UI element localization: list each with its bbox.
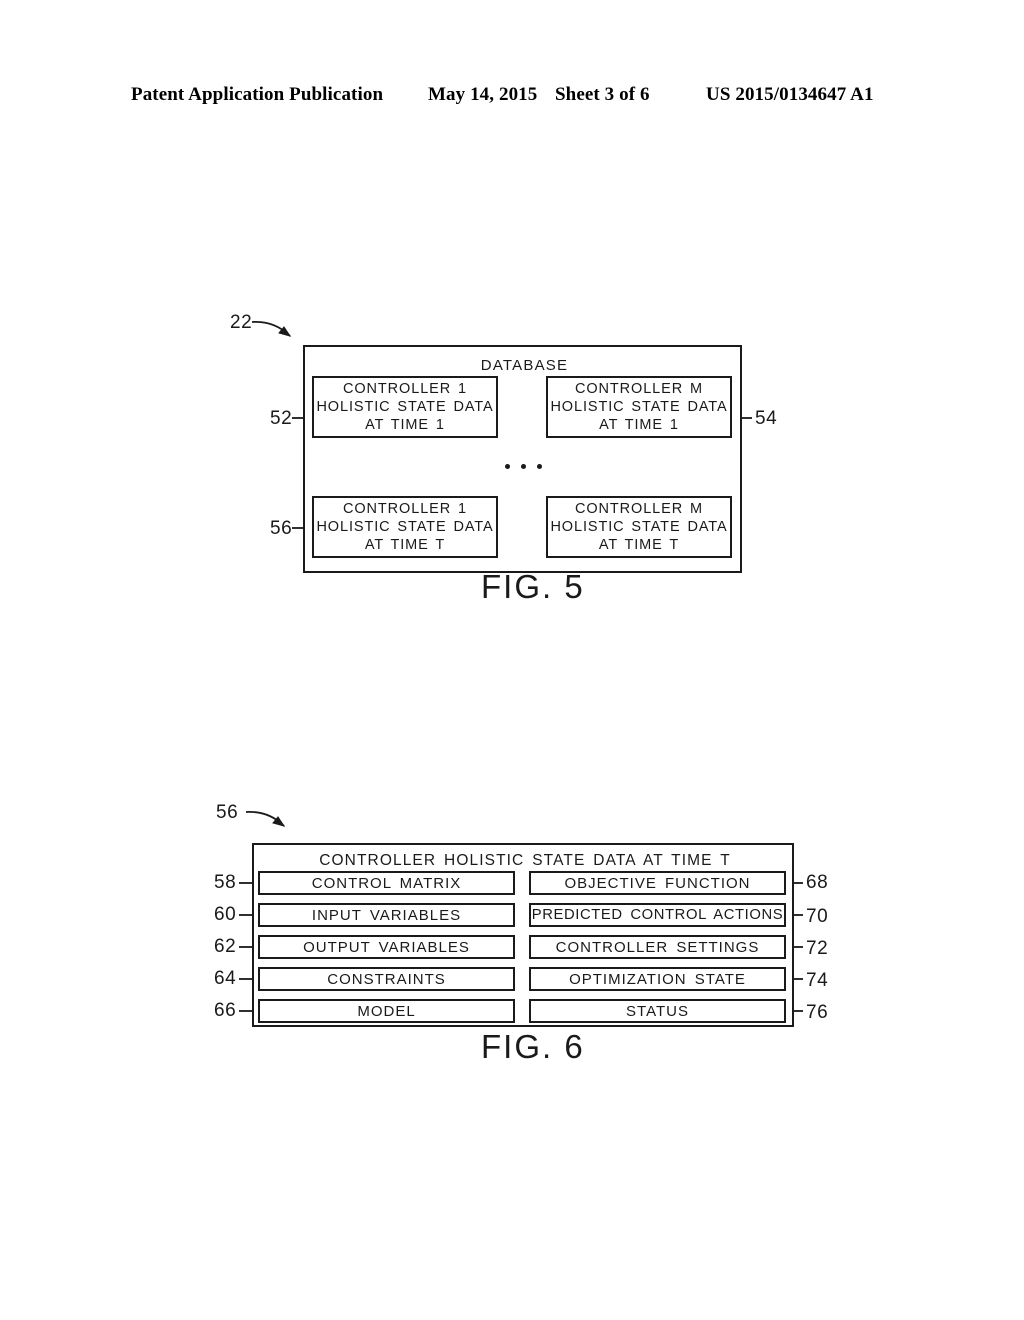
field-output-variables: OUTPUT VARIABLES	[258, 935, 515, 959]
cell-controller-1-time-t: CONTROLLER 1 HOLISTIC STATE DATA AT TIME…	[312, 496, 498, 558]
figure-6-ref-62: 62	[214, 936, 237, 957]
cell-line-2: HOLISTIC STATE DATA	[550, 519, 728, 535]
figure-6-ref-64: 64	[214, 968, 237, 989]
figure-6-ref-74: 74	[806, 970, 829, 991]
figure-6-ref-56: 56	[216, 802, 239, 823]
cell-line-1: CONTROLLER 1	[343, 381, 467, 397]
cell-line-3: AT TIME T	[598, 537, 680, 553]
header-sheet-number: Sheet 3 of 6	[555, 84, 650, 105]
header-patent-number: US 2015/0134647 A1	[706, 84, 874, 105]
figure-5-ref-52: 52	[270, 408, 293, 429]
field-label: STATUS	[626, 1002, 689, 1020]
field-label: MODEL	[357, 1002, 416, 1020]
figure-6-ref-60: 60	[214, 904, 237, 925]
header-date: May 14, 2015	[428, 84, 538, 105]
cell-line-3: AT TIME 1	[599, 417, 679, 433]
figure-6-ref-58: 58	[214, 872, 237, 893]
cell-line-1: CONTROLLER M	[574, 381, 703, 397]
field-constraints: CONSTRAINTS	[258, 967, 515, 991]
figure-6-ref-72: 72	[806, 938, 829, 959]
cell-line-3: AT TIME 1	[365, 417, 445, 433]
cell-controller-1-time-1: CONTROLLER 1 HOLISTIC STATE DATA AT TIME…	[312, 376, 498, 438]
field-optimization-state: OPTIMIZATION STATE	[529, 967, 786, 991]
field-status: STATUS	[529, 999, 786, 1023]
field-model: MODEL	[258, 999, 515, 1023]
holistic-state-data-header: CONTROLLER HOLISTIC STATE DATA AT TIME T	[319, 852, 731, 869]
field-objective-function: OBJECTIVE FUNCTION	[529, 871, 786, 895]
cell-controller-m-time-1: CONTROLLER M HOLISTIC STATE DATA AT TIME…	[546, 376, 732, 438]
field-label: INPUT VARIABLES	[311, 906, 462, 924]
cell-line-1: CONTROLLER 1	[343, 501, 467, 517]
field-label: CONTROLLER SETTINGS	[555, 938, 760, 956]
field-label: PREDICTED CONTROL ACTIONS	[531, 906, 784, 923]
field-label: OPTIMIZATION STATE	[569, 970, 746, 988]
page-header: Patent Application Publication May 14, 2…	[0, 84, 1024, 110]
field-input-variables: INPUT VARIABLES	[258, 903, 515, 927]
database-label: DATABASE	[480, 357, 569, 374]
cell-line-2: HOLISTIC STATE DATA	[316, 519, 494, 535]
field-label: OUTPUT VARIABLES	[303, 938, 470, 956]
cell-line-3: AT TIME T	[364, 537, 446, 553]
figure-5-ref-22: 22	[230, 312, 253, 333]
field-predicted-control-actions: PREDICTED CONTROL ACTIONS	[529, 903, 786, 927]
cell-line-2: HOLISTIC STATE DATA	[316, 399, 494, 415]
figure-5-ref-56: 56	[270, 518, 293, 539]
field-label: OBJECTIVE FUNCTION	[564, 874, 751, 892]
figure-6-ref-68: 68	[806, 872, 829, 893]
figure-6-leader-lines	[239, 811, 803, 1023]
figure-6-ref-70: 70	[806, 906, 829, 927]
cell-line-1: CONTROLLER M	[574, 501, 703, 517]
field-label: CONTROL MATRIX	[311, 874, 462, 892]
figure-5-ref-54: 54	[755, 408, 778, 429]
figure-5-leader-lines	[251, 321, 752, 541]
cell-controller-m-time-t: CONTROLLER M HOLISTIC STATE DATA AT TIME…	[546, 496, 732, 558]
cell-line-2: HOLISTIC STATE DATA	[550, 399, 728, 415]
figure-6-ref-66: 66	[214, 1000, 237, 1021]
figure-6-caption: FIG. 6	[481, 1028, 585, 1065]
ellipsis-indicator	[505, 464, 542, 469]
figure-5-caption: FIG. 5	[481, 568, 585, 605]
header-publication-title: Patent Application Publication	[131, 84, 384, 105]
figure-6-ref-76: 76	[806, 1002, 829, 1023]
field-control-matrix: CONTROL MATRIX	[258, 871, 515, 895]
field-controller-settings: CONTROLLER SETTINGS	[529, 935, 786, 959]
field-label: CONSTRAINTS	[327, 970, 446, 988]
